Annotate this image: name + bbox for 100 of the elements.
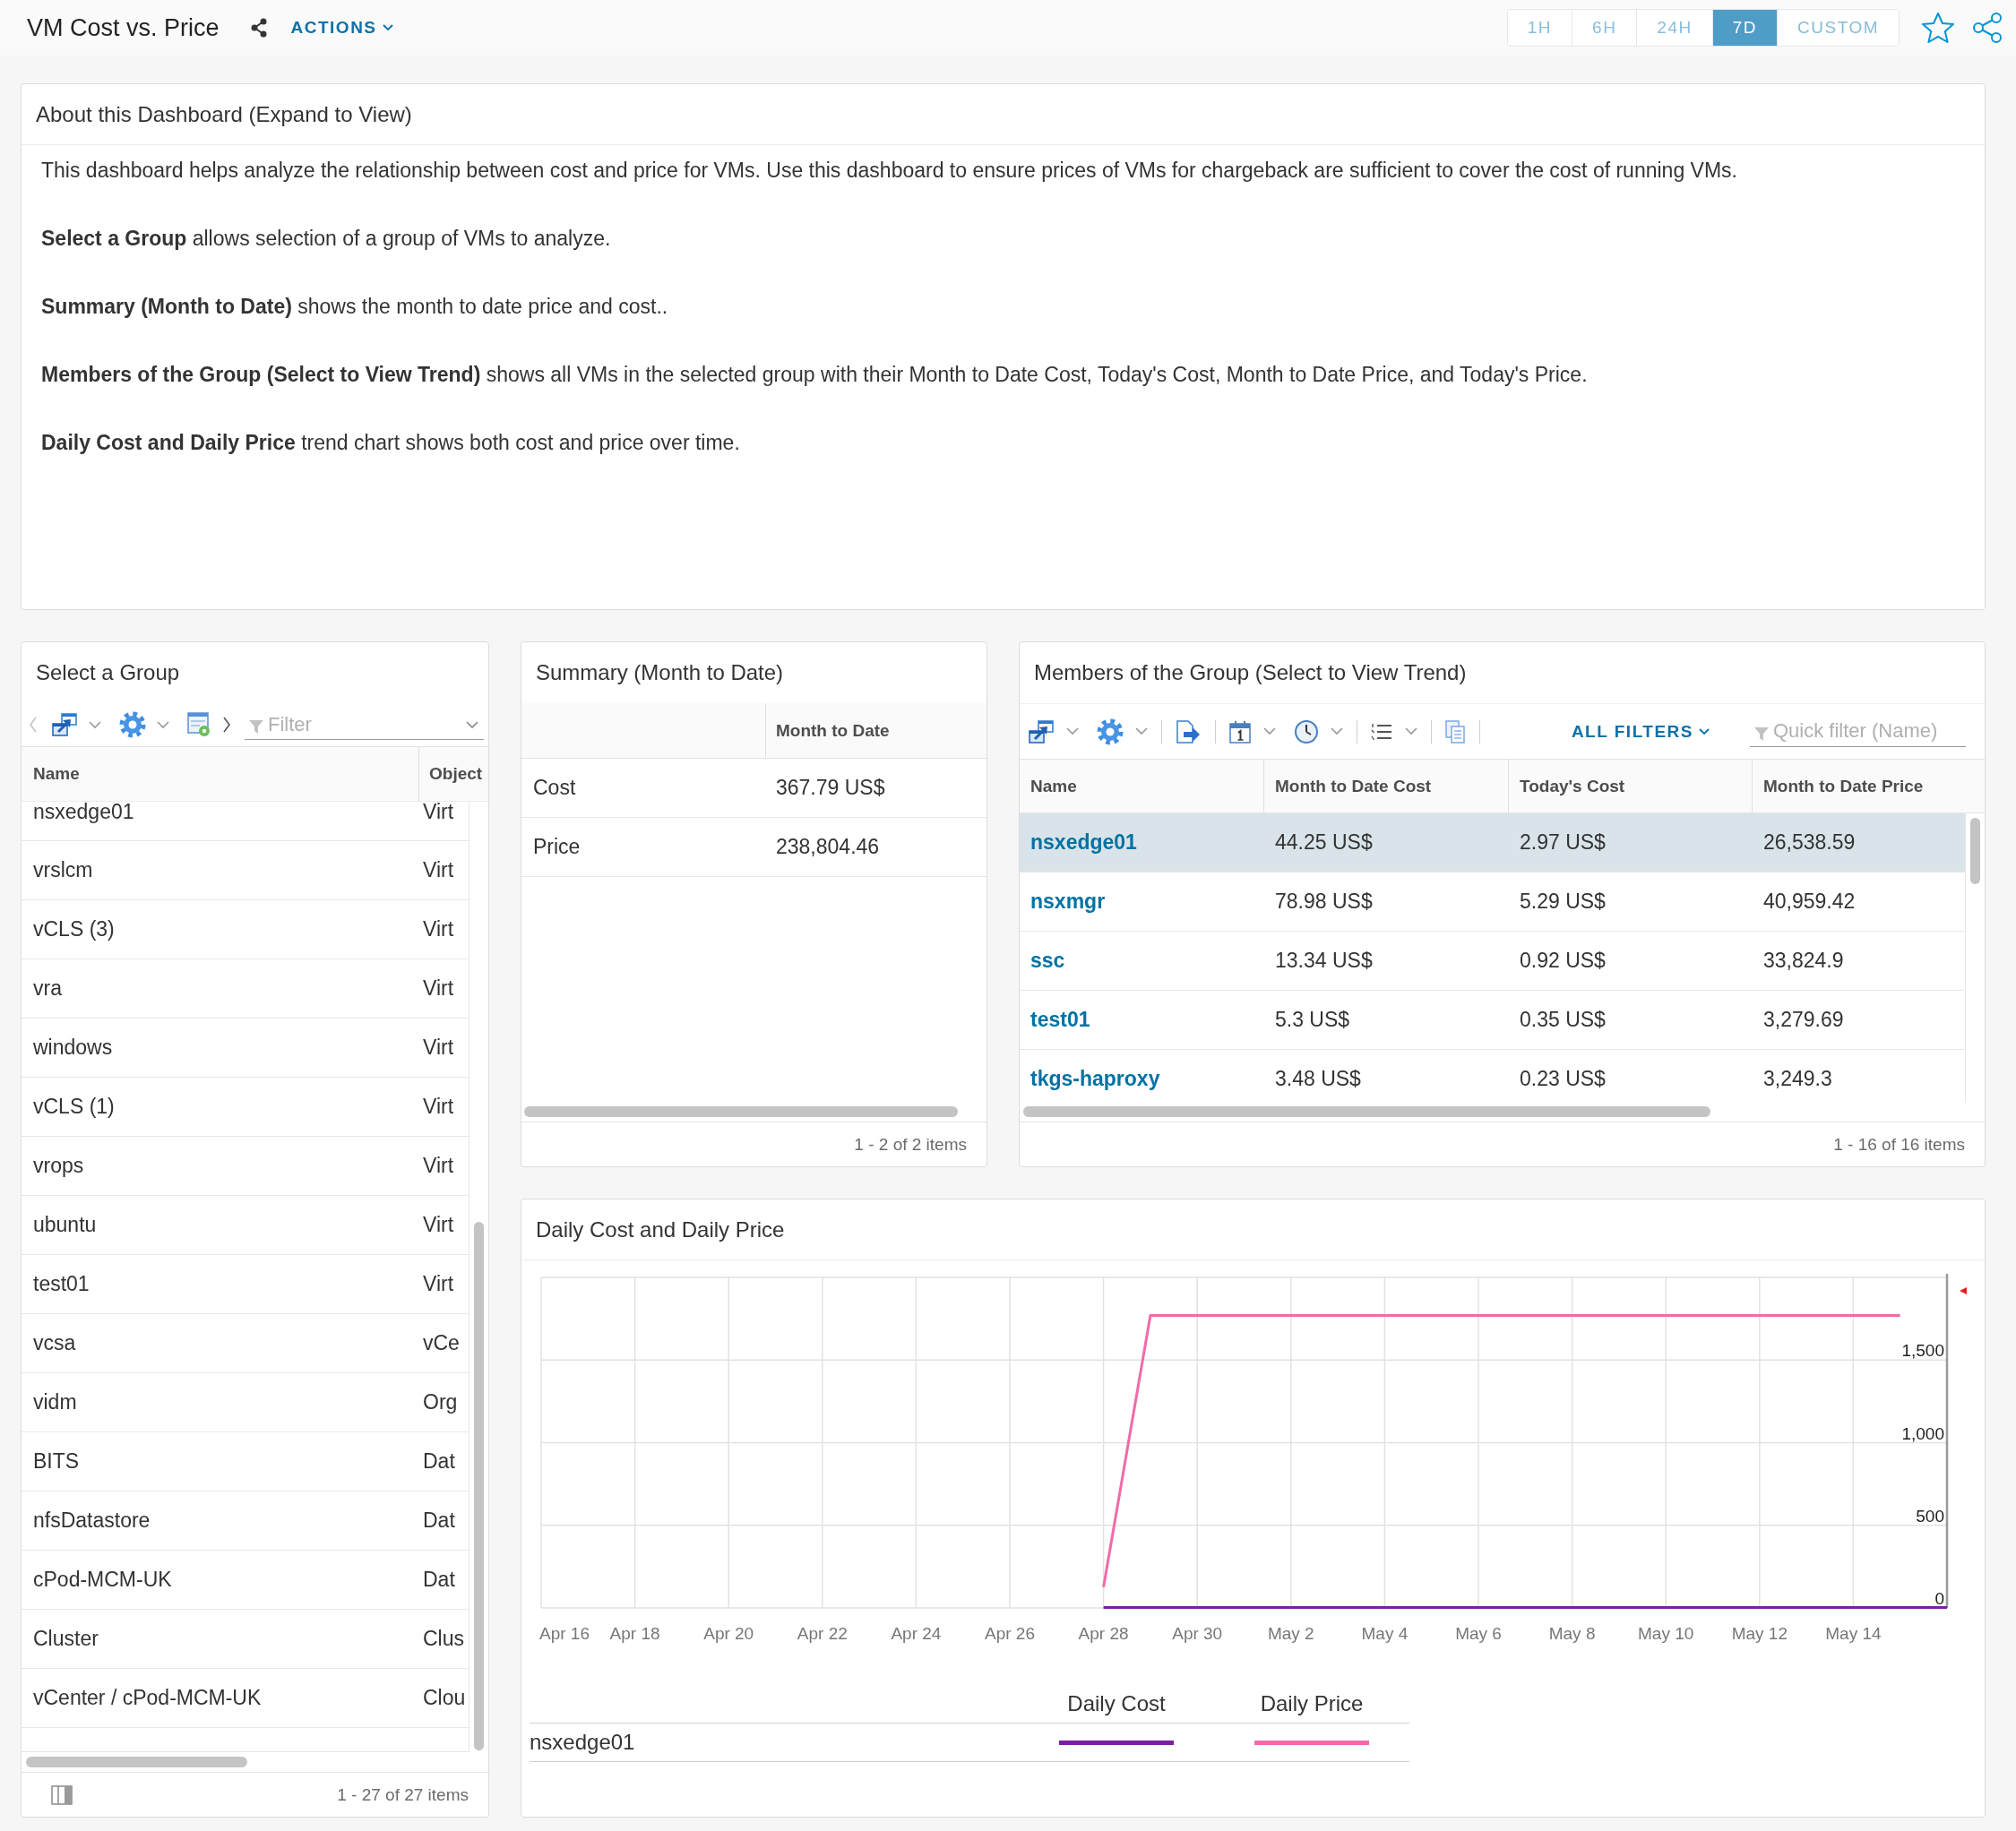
table-cell-text: vCLS (1) bbox=[32, 1095, 116, 1119]
scrollbar-thumb[interactable] bbox=[524, 1106, 958, 1117]
table-cell-text: Virt bbox=[422, 858, 454, 882]
table-cell-text: 5.29 US$ bbox=[1519, 890, 1607, 914]
funnel-icon bbox=[248, 718, 264, 735]
name-link[interactable]: nsxmgr bbox=[1020, 890, 1263, 914]
table-row[interactable]: nsxedge01 Virt bbox=[22, 802, 469, 841]
table-cell-text: vcsa bbox=[32, 1331, 77, 1355]
panel-title: Daily Cost and Daily Price bbox=[536, 1216, 785, 1242]
table-row[interactable]: windows Virt bbox=[22, 1019, 469, 1078]
marker-icon bbox=[1960, 1287, 1967, 1294]
paragraph: Members of the Group (Select to View Trend) shows all VMs in the selected group with their Month to Date Cost, Today's Cost, Month to Date Price, and Today's Price. bbox=[41, 362, 1589, 388]
chevron-right-icon[interactable] bbox=[222, 717, 231, 733]
star-icon[interactable] bbox=[1921, 12, 1955, 44]
windows-arrow-icon[interactable] bbox=[1028, 718, 1055, 744]
table-row[interactable]: ssc 13.34 US$ 0.92 US$ 33,824.9 bbox=[1020, 932, 1965, 991]
scrollbar-thumb[interactable] bbox=[1970, 818, 1980, 884]
column-header[interactable]: Object bbox=[418, 747, 483, 801]
table-row[interactable]: nfsDatastore Dat bbox=[22, 1491, 469, 1551]
clock-icon[interactable] bbox=[1294, 718, 1319, 744]
table-gear-icon[interactable] bbox=[187, 712, 211, 737]
axis-label: 500 bbox=[1916, 1506, 1944, 1526]
name-link[interactable]: tkgs-haproxy bbox=[1020, 1067, 1263, 1091]
table-row[interactable]: ubuntu Virt bbox=[22, 1196, 469, 1255]
name-link[interactable]: nsxedge01 bbox=[1020, 830, 1263, 855]
table-row[interactable]: vCenter / cPod-MCM-UK Clou bbox=[22, 1669, 469, 1728]
caret-icon[interactable] bbox=[1405, 727, 1417, 735]
columns-icon[interactable] bbox=[51, 1784, 73, 1805]
table-row[interactable]: vcsa vCe bbox=[22, 1314, 469, 1373]
numbered-list-icon[interactable] bbox=[1370, 721, 1393, 742]
calendar-icon[interactable] bbox=[1228, 718, 1252, 744]
table-row[interactable]: Cluster Clus bbox=[22, 1610, 469, 1669]
table-cell-text: Dat bbox=[422, 1449, 455, 1474]
table-row[interactable]: test01 Virt bbox=[22, 1255, 469, 1314]
table-cell-text: 238,804.46 bbox=[775, 835, 880, 859]
table-row[interactable]: BITS Dat bbox=[22, 1432, 469, 1491]
table-cell-text: Org bbox=[422, 1390, 458, 1414]
table-row[interactable]: vra Virt bbox=[22, 959, 469, 1019]
table-cell-text: Cost bbox=[532, 776, 577, 800]
axis-label: 1,000 bbox=[1901, 1423, 1944, 1443]
table-cell-text: Dat bbox=[422, 1509, 455, 1533]
table-row[interactable]: vCLS (1) Virt bbox=[22, 1078, 469, 1137]
caret-icon[interactable] bbox=[1135, 727, 1148, 735]
share-icon[interactable] bbox=[249, 18, 268, 38]
windows-arrow-icon[interactable] bbox=[51, 712, 78, 737]
table-row[interactable]: cPod-MCM-UK Dat bbox=[22, 1551, 469, 1610]
axis-label: Apr 24 bbox=[891, 1624, 942, 1643]
quick-filter-field[interactable]: Quick filter (Name) bbox=[1750, 716, 1966, 747]
table-cell-text: Virt bbox=[422, 1213, 454, 1237]
axis-label: May 4 bbox=[1361, 1624, 1409, 1643]
table-row[interactable]: vrslcm Virt bbox=[22, 841, 469, 900]
axis-label: Apr 26 bbox=[985, 1624, 1035, 1643]
caret-icon[interactable] bbox=[1263, 727, 1276, 735]
table-cell-text: vCe bbox=[422, 1331, 460, 1355]
scrollbar-thumb[interactable] bbox=[474, 1222, 484, 1750]
scrollbar-thumb[interactable] bbox=[1023, 1106, 1710, 1117]
paragraph: Select a Group allows selection of a group of VMs to analyze. bbox=[41, 226, 612, 252]
table-row[interactable]: nsxedge01 44.25 US$ 2.97 US$ 26,538.59 bbox=[1020, 813, 1965, 873]
panel-title[interactable]: About this Dashboard (Expand to View) bbox=[36, 101, 412, 127]
column-header[interactable]: Today's Cost bbox=[1508, 760, 1752, 812]
gear-icon[interactable] bbox=[119, 711, 146, 738]
axis-label: May 14 bbox=[1825, 1624, 1882, 1643]
caret-icon bbox=[382, 24, 393, 31]
axis-label: Apr 22 bbox=[797, 1624, 848, 1643]
table-cell-text: 3,279.69 bbox=[1762, 1008, 1845, 1032]
table-row[interactable]: vidm Org bbox=[22, 1373, 469, 1432]
table-cell-text: Virt bbox=[422, 1036, 454, 1060]
paragraph: Daily Cost and Daily Price trend chart shows both cost and price over time. bbox=[41, 430, 741, 456]
all-filters-button[interactable]: ALL FILTERS bbox=[1571, 721, 1710, 742]
table-cell-text: nsxedge01 bbox=[32, 802, 135, 821]
chevron-left-icon[interactable] bbox=[29, 717, 38, 733]
column-header[interactable]: Month to Date Cost bbox=[1263, 760, 1508, 812]
column-header[interactable]: Month to Date Price bbox=[1752, 760, 1964, 812]
table-cell-text: windows bbox=[32, 1036, 114, 1060]
table-row[interactable]: vCLS (3) Virt bbox=[22, 900, 469, 959]
table-row[interactable]: nsxmgr 78.98 US$ 5.29 US$ 40,959.42 bbox=[1020, 873, 1965, 932]
column-header[interactable]: Month to Date bbox=[765, 703, 890, 758]
name-link[interactable]: test01 bbox=[1020, 1008, 1263, 1032]
table-cell-text: vrops bbox=[32, 1154, 85, 1178]
scrollbar-thumb[interactable] bbox=[26, 1757, 247, 1767]
column-header[interactable]: Name bbox=[1020, 760, 1263, 812]
caret-icon[interactable] bbox=[157, 720, 169, 729]
actions-menu[interactable]: ACTIONS bbox=[290, 18, 393, 38]
table-cell-text: Virt bbox=[422, 1272, 454, 1296]
column-header[interactable]: Name bbox=[22, 747, 418, 801]
gear-icon[interactable] bbox=[1097, 718, 1124, 745]
table-row[interactable]: vrops Virt bbox=[22, 1137, 469, 1196]
caret-icon[interactable] bbox=[466, 721, 478, 729]
name-link[interactable]: ssc bbox=[1020, 949, 1263, 973]
table-cell-text: Virt bbox=[422, 917, 454, 941]
pagination-text: 1 - 27 of 27 items bbox=[337, 1784, 469, 1805]
document-arrow-icon[interactable] bbox=[1175, 718, 1202, 744]
table-cell-text: Price bbox=[532, 835, 582, 859]
legend-label: Daily Cost bbox=[1067, 1690, 1166, 1716]
table-cell-text: 0.92 US$ bbox=[1519, 949, 1607, 973]
caret-icon[interactable] bbox=[1066, 727, 1079, 735]
caret-icon[interactable] bbox=[1331, 727, 1343, 735]
table-row[interactable]: test01 5.3 US$ 0.35 US$ 3,279.69 bbox=[1020, 991, 1965, 1050]
caret-icon[interactable] bbox=[89, 720, 101, 729]
copy-icon[interactable] bbox=[1444, 718, 1466, 744]
